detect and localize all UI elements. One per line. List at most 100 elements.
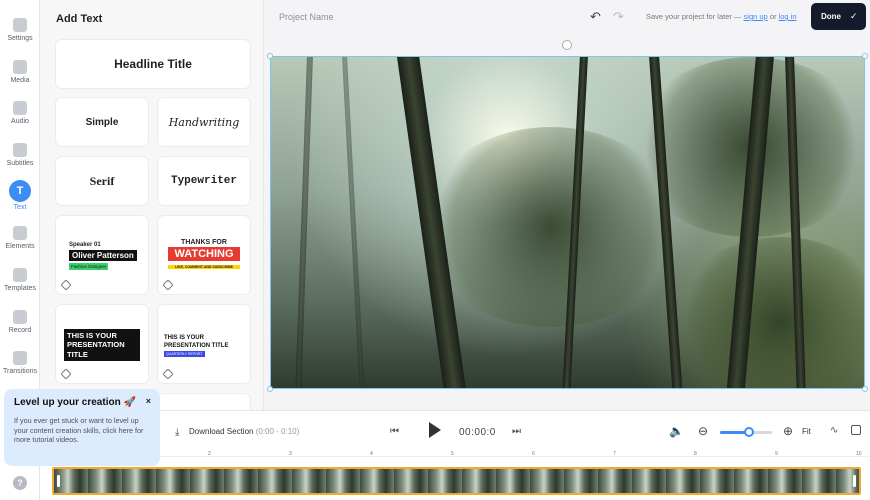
add-text-panel: Add Text Headline Title Simple Handwriti…: [40, 0, 264, 410]
rail-item-media[interactable]: Media: [0, 58, 40, 98]
rail-label: Subtitles: [6, 160, 34, 167]
timeline-tick-label: 10: [856, 451, 862, 457]
typewriter-text-card[interactable]: Typewriter: [158, 157, 250, 205]
project-name-input[interactable]: Project Name: [279, 12, 334, 22]
rewind-icon[interactable]: ⏮: [390, 426, 399, 437]
rotate-handle[interactable]: [562, 40, 572, 50]
play-icon[interactable]: [429, 422, 441, 438]
template-thanks: THANKS FOR: [181, 239, 227, 246]
handwriting-text-card[interactable]: Handwriting: [158, 98, 250, 146]
music-icon: [13, 101, 27, 115]
tutorial-toast[interactable]: Level up your creation 🚀 × If you ever g…: [4, 389, 160, 466]
headline-title-card[interactable]: Headline Title: [56, 40, 250, 88]
record-icon: [13, 310, 27, 324]
quarterly-report-template-card[interactable]: THIS IS YOUR PRESENTATION TITLE QUARTERL…: [158, 305, 250, 383]
templates-icon: [13, 268, 27, 282]
template-presentation-title: THIS IS YOUR PRESENTATION TITLE: [64, 329, 140, 362]
resize-handle[interactable]: [267, 53, 273, 59]
timeline-tick-label: 5: [451, 451, 454, 457]
bamboo-trunk: [294, 57, 314, 388]
download-section-button[interactable]: Download Section (0:00 - 0:10): [189, 427, 299, 436]
template-quarterly-report: QUARTERLY REPORT: [164, 351, 205, 357]
foliage: [671, 237, 864, 388]
check-icon: ✓: [850, 11, 858, 21]
rail-label: Transitions: [3, 368, 37, 375]
undo-icon[interactable]: ↶: [590, 10, 604, 24]
top-bar: Project Name ↶ ↷ Save your project for l…: [264, 0, 870, 34]
save-prompt-or: or: [767, 12, 779, 21]
resize-handle[interactable]: [267, 386, 273, 392]
timeline-tick-label: 2: [208, 451, 211, 457]
rail-label: Settings: [7, 35, 33, 42]
subtitles-icon: [13, 143, 27, 157]
timeline-tick-label: 9: [775, 451, 778, 457]
elements-icon: [13, 226, 27, 240]
rail-item-elements[interactable]: Elements: [0, 224, 40, 264]
timeline-tick-label: 3: [289, 451, 292, 457]
volume-icon[interactable]: 🔈: [669, 424, 684, 438]
download-range: (0:00 - 0:10): [253, 427, 300, 436]
timeline-ruler: 12345678910: [52, 451, 862, 467]
time-display: 00:00:0: [459, 427, 496, 438]
zoom-slider-knob[interactable]: [743, 427, 754, 437]
presentation-title-template-card[interactable]: THIS IS YOUR PRESENTATION TITLE: [56, 305, 148, 383]
panel-title: Add Text: [56, 13, 103, 25]
lower-third-template-card[interactable]: Speaker 01 Oliver Patterson Fashion Desi…: [56, 216, 148, 294]
simple-text-card[interactable]: Simple: [56, 98, 148, 146]
video-canvas[interactable]: [270, 56, 865, 389]
template-watching: WATCHING: [168, 247, 240, 261]
help-icon[interactable]: ?: [13, 476, 27, 490]
serif-text-card[interactable]: Serif: [56, 157, 148, 205]
resize-handle[interactable]: [862, 53, 868, 59]
template-presentation-title: THIS IS YOUR PRESENTATION TITLE: [164, 335, 229, 349]
done-button[interactable]: Done ✓: [811, 3, 866, 30]
rail-item-subtitles[interactable]: Subtitles: [0, 141, 40, 181]
rail-label: Media: [10, 77, 30, 84]
sign-up-link[interactable]: sign up: [744, 12, 768, 21]
timeline-tick-label: 8: [694, 451, 697, 457]
rail-item-record[interactable]: Record: [0, 308, 40, 348]
bamboo-trunk: [341, 57, 366, 388]
link-icon: [60, 368, 72, 380]
forward-icon[interactable]: ⏭: [512, 426, 521, 437]
zoom-in-icon[interactable]: ⊕: [783, 424, 793, 438]
timeline-tick-label: 6: [532, 451, 535, 457]
rail-item-transitions[interactable]: Transitions: [0, 349, 40, 389]
rail-item-templates[interactable]: Templates: [0, 266, 40, 306]
toast-title: Level up your creation 🚀: [14, 397, 136, 408]
rail-item-settings[interactable]: Settings: [0, 16, 40, 56]
redo-icon[interactable]: ↷: [613, 10, 627, 24]
video-clip[interactable]: [52, 467, 861, 495]
zoom-slider[interactable]: [720, 427, 772, 437]
template-subscribe: LIKE, COMMENT AND SUBSCRIBE: [168, 265, 240, 269]
timeline-tick-label: 7: [613, 451, 616, 457]
toast-body: If you ever get stuck or want to level u…: [14, 416, 144, 445]
thanks-for-watching-template-card[interactable]: THANKS FOR WATCHING LIKE, COMMENT AND SU…: [158, 216, 250, 294]
download-icon[interactable]: ⤓: [175, 427, 179, 438]
zoom-out-icon[interactable]: ⊖: [698, 424, 708, 438]
text-icon: T: [9, 180, 31, 202]
rail-label: Record: [8, 327, 32, 334]
rail-label: Templates: [4, 285, 36, 292]
save-prompt-text: Save your project for later —: [646, 12, 744, 21]
log-in-link[interactable]: log in: [779, 12, 797, 21]
close-icon[interactable]: ×: [146, 396, 151, 406]
save-prompt: Save your project for later — sign up or…: [646, 12, 797, 21]
transitions-icon: [13, 351, 27, 365]
playback-controls: ⤓ Download Section (0:00 - 0:10) ⏮ 00:00…: [160, 410, 870, 456]
clip-trim-handle-left[interactable]: [57, 475, 60, 487]
done-label: Done: [821, 12, 841, 21]
gear-icon: [13, 18, 27, 32]
download-label: Download Section: [189, 427, 254, 436]
template-speaker: Speaker 01: [69, 242, 101, 248]
rail-item-text[interactable]: T Text: [0, 180, 40, 220]
text-template-card[interactable]: [158, 394, 250, 410]
waveform-icon[interactable]: ∿: [830, 425, 838, 436]
resize-handle[interactable]: [862, 386, 868, 392]
fit-button[interactable]: Fit: [802, 427, 811, 436]
caption-icon[interactable]: [851, 425, 861, 435]
rail-item-audio[interactable]: Audio: [0, 99, 40, 139]
clip-trim-handle-right[interactable]: [853, 475, 856, 487]
template-name: Oliver Patterson: [69, 250, 137, 261]
timeline[interactable]: 12345678910: [40, 451, 870, 500]
